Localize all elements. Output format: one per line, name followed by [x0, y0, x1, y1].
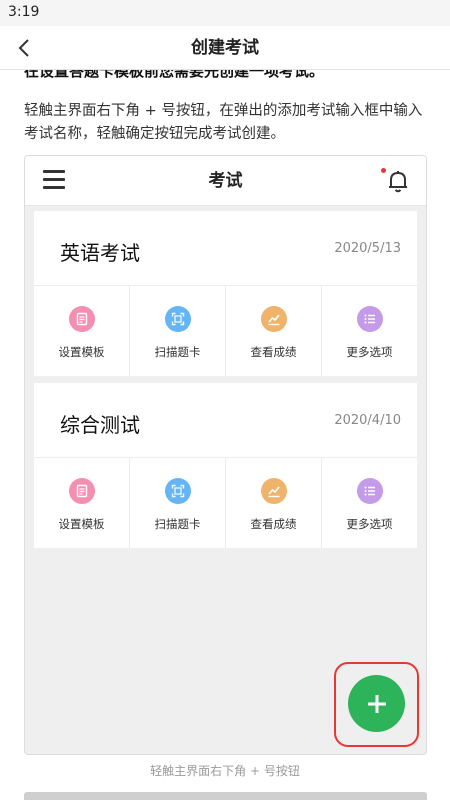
set-template-button[interactable]: 设置模板 — [34, 286, 130, 376]
more-options-button[interactable]: 更多选项 — [322, 286, 417, 376]
add-exam-button[interactable] — [348, 675, 405, 732]
content-area[interactable]: 在设置答题卡模板前您需要先创建一项考试。 轻触主界面右下角 + 号按钮，在弹出的… — [0, 70, 450, 800]
set-template-button[interactable]: 设置模板 — [34, 458, 130, 548]
exam-date: 2020/5/13 — [334, 241, 401, 256]
bell-icon — [389, 171, 407, 193]
action-label: 设置模板 — [58, 517, 105, 531]
page-title: 创建考试 — [191, 38, 259, 58]
exam-date: 2020/4/10 — [334, 413, 401, 428]
scan-card-button[interactable]: 扫描题卡 — [130, 286, 226, 376]
action-label: 扫描题卡 — [154, 517, 201, 531]
exam-card-header[interactable]: 综合测试 2020/4/10 — [34, 383, 417, 458]
action-label: 更多选项 — [346, 345, 393, 359]
notification-dot — [381, 168, 386, 173]
app-title: 考试 — [208, 171, 243, 191]
more-options-button[interactable]: 更多选项 — [322, 458, 417, 548]
app-screenshot: 考试 英语考试 2020/5/13 设置模板 扫描题卡 查看成绩 更多选项 综合… — [24, 155, 427, 755]
exam-actions: 设置模板 扫描题卡 查看成绩 更多选项 — [34, 286, 417, 376]
list-icon — [356, 306, 383, 332]
exam-name: 英语考试 — [60, 241, 140, 265]
scan-icon — [164, 478, 191, 504]
exam-name: 综合测试 — [60, 413, 140, 437]
app-toolbar: 考试 — [25, 156, 426, 206]
template-icon — [68, 306, 95, 332]
chart-icon — [260, 306, 287, 332]
action-label: 更多选项 — [346, 517, 393, 531]
scan-icon — [164, 306, 191, 332]
template-icon — [68, 478, 95, 504]
cut-off-text: 在设置答题卡模板前您需要先创建一项考试。 — [24, 70, 325, 80]
scan-card-button[interactable]: 扫描题卡 — [130, 458, 226, 548]
chart-icon — [260, 478, 287, 504]
view-scores-button[interactable]: 查看成绩 — [226, 286, 322, 376]
exam-actions: 设置模板 扫描题卡 查看成绩 更多选项 — [34, 458, 417, 548]
exam-card[interactable]: 综合测试 2020/4/10 设置模板 扫描题卡 查看成绩 更多选项 — [34, 383, 417, 548]
status-bar: 3:19 — [0, 0, 450, 26]
action-label: 设置模板 — [58, 345, 105, 359]
view-scores-button[interactable]: 查看成绩 — [226, 458, 322, 548]
instruction-text: 轻触主界面右下角 + 号按钮，在弹出的添加考试输入框中输入考试名称，轻触确定按钮… — [24, 103, 423, 142]
plus-icon — [367, 694, 386, 713]
action-label: 扫描题卡 — [154, 345, 201, 359]
action-label: 查看成绩 — [250, 345, 297, 359]
exam-card-header[interactable]: 英语考试 2020/5/13 — [34, 211, 417, 286]
status-time: 3:19 — [8, 4, 40, 20]
image-caption: 轻触主界面右下角 + 号按钮 — [150, 764, 300, 778]
exam-card[interactable]: 英语考试 2020/5/13 设置模板 扫描题卡 查看成绩 更多选项 — [34, 211, 417, 376]
next-image-edge — [24, 792, 427, 800]
nav-bar: 创建考试 — [0, 26, 450, 70]
list-icon — [356, 478, 383, 504]
action-label: 查看成绩 — [250, 517, 297, 531]
